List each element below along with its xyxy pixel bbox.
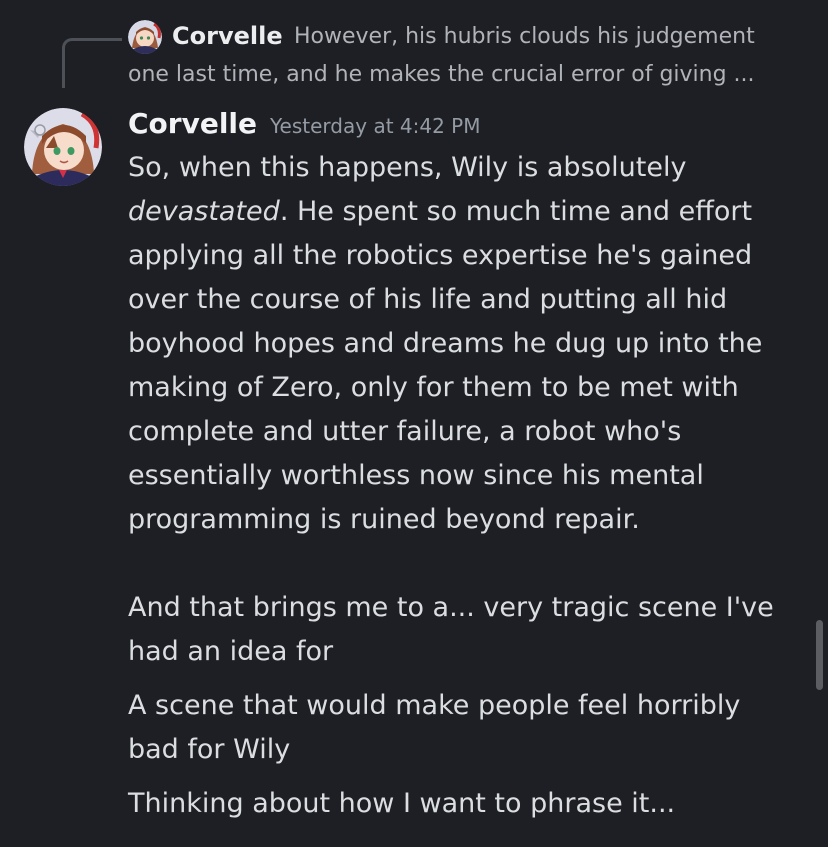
followup-message-line: A scene that would make people feel horr… bbox=[128, 690, 741, 721]
message-text-line: So, when this happens, Wily is absolutel… bbox=[128, 152, 687, 183]
reply-author-name[interactable]: Corvelle bbox=[172, 21, 283, 51]
message-text-span: . He spent so much time and effort bbox=[279, 196, 753, 227]
message-text-line: over the course of his life and putting … bbox=[128, 284, 728, 315]
scrollbar-thumb[interactable] bbox=[816, 620, 823, 690]
message-text-line: programming is ruined beyond repair. bbox=[128, 504, 640, 535]
message-text-line: making of Zero, only for them to be met … bbox=[128, 372, 739, 403]
reply-spine bbox=[62, 38, 122, 88]
message-text-line: applying all the robotics expertise he's… bbox=[128, 240, 753, 271]
message-text-line: boyhood hopes and dreams he dug up into … bbox=[128, 328, 763, 359]
message-text-line: devastated. He spent so much time and ef… bbox=[128, 190, 752, 234]
author-name[interactable]: Corvelle bbox=[128, 106, 257, 142]
message-text-line: complete and utter failure, a robot who'… bbox=[128, 416, 682, 447]
reply-preview-text[interactable]: However, his hubris clouds his judgement bbox=[294, 22, 755, 52]
message-text-line: essentially worthless now since his ment… bbox=[128, 460, 704, 491]
followup-message-line: bad for Wily bbox=[128, 734, 291, 765]
message-text-line: And that brings me to a... very tragic s… bbox=[128, 592, 774, 623]
followup-message-line: Thinking about how I want to phrase it..… bbox=[128, 788, 676, 819]
reply-preview-text[interactable]: one last time, and he makes the crucial … bbox=[128, 60, 755, 90]
reply-avatar-icon[interactable] bbox=[128, 20, 162, 54]
emphasis-text: devastated bbox=[128, 196, 280, 227]
author-avatar-icon[interactable] bbox=[24, 108, 102, 186]
message-text-line: had an idea for bbox=[128, 636, 334, 667]
message-timestamp[interactable]: Yesterday at 4:42 PM bbox=[270, 112, 481, 140]
